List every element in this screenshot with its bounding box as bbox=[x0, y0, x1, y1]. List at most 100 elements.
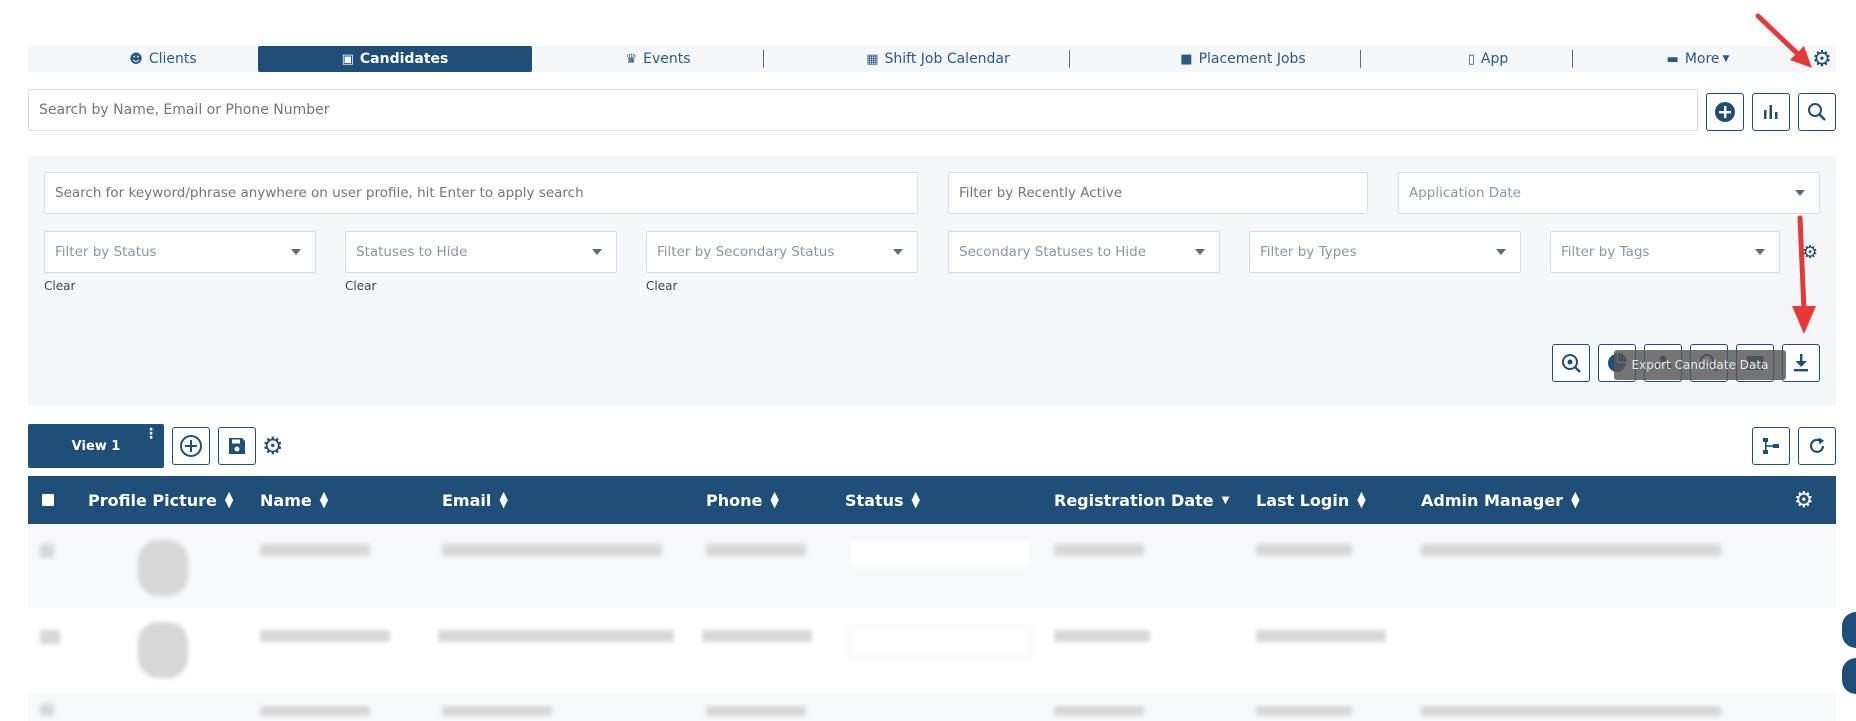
column-label: Phone bbox=[706, 490, 763, 510]
row-checkbox[interactable] bbox=[40, 630, 60, 644]
column-header-last-login[interactable]: Last Login ▲ ▼ bbox=[1256, 476, 1366, 524]
sort-icon: ▲ ▼ bbox=[911, 489, 920, 510]
column-header-admin-manager[interactable]: Admin Manager ▲ ▼ bbox=[1421, 476, 1580, 524]
clear-statuses-hide-link[interactable]: Clear bbox=[345, 279, 376, 293]
cell-name bbox=[260, 630, 390, 642]
sort-desc-icon: ▼ bbox=[1221, 494, 1230, 506]
statuses-hide-select[interactable]: Statuses to Hide bbox=[345, 231, 617, 273]
row-checkbox[interactable] bbox=[40, 544, 54, 558]
nav-tab-clients[interactable]: ☻ Clients bbox=[88, 46, 238, 72]
caret-down-icon bbox=[1496, 249, 1506, 255]
kebab-menu-icon[interactable]: ⋮ bbox=[144, 426, 158, 442]
sort-icon: ▲ ▼ bbox=[319, 489, 329, 510]
nav-tab-events[interactable]: ♛ Events bbox=[588, 46, 728, 72]
nav-tab-label: Candidates bbox=[359, 51, 449, 67]
nav-tab-placement-jobs[interactable]: ■ Placement Jobs bbox=[1138, 46, 1348, 72]
view-settings-gear-icon[interactable]: ⚙ bbox=[262, 432, 284, 460]
view-tab-1[interactable]: View 1 ⋮ bbox=[28, 424, 164, 468]
row-checkbox[interactable] bbox=[40, 704, 54, 716]
column-header-phone[interactable]: Phone ▲ ▼ bbox=[706, 476, 779, 524]
avatar bbox=[138, 622, 188, 678]
column-header-email[interactable]: Email ▲ ▼ bbox=[442, 476, 508, 524]
column-header-name[interactable]: Name ▲ ▼ bbox=[260, 476, 328, 524]
nav-tab-label: Shift Job Calendar bbox=[884, 51, 1010, 67]
status-select[interactable] bbox=[848, 538, 1032, 570]
cell-email bbox=[442, 706, 552, 716]
nav-divider bbox=[1069, 50, 1070, 68]
types-filter-select[interactable]: Filter by Types bbox=[1249, 231, 1521, 273]
annotation-arrow-icon bbox=[1755, 13, 1812, 68]
cell-registration-date bbox=[1054, 630, 1150, 642]
nav-tab-shift-job-calendar[interactable]: ▦ Shift Job Calendar bbox=[828, 46, 1048, 72]
keyword-search-input[interactable] bbox=[44, 172, 918, 214]
stats-button[interactable] bbox=[1752, 93, 1790, 131]
sort-icon: ▲ ▼ bbox=[770, 489, 779, 510]
caret-down-icon bbox=[1195, 249, 1205, 255]
side-help-widget[interactable] bbox=[1842, 658, 1856, 694]
add-candidate-button[interactable] bbox=[1706, 93, 1744, 131]
table-row[interactable] bbox=[28, 610, 1836, 694]
export-download-button[interactable] bbox=[1782, 344, 1820, 382]
recently-active-filter[interactable] bbox=[948, 172, 1368, 214]
table-settings-gear-icon[interactable]: ⚙ bbox=[1794, 476, 1814, 524]
select-placeholder: Statuses to Hide bbox=[356, 244, 468, 260]
id-card-icon: ▣ bbox=[341, 51, 354, 67]
search-input[interactable] bbox=[28, 89, 1698, 131]
briefcase-icon: ■ bbox=[1180, 51, 1193, 67]
nav-tab-more[interactable]: ▬ More ▼ bbox=[1638, 46, 1758, 72]
caret-down-icon bbox=[1795, 190, 1805, 196]
status-filter-select[interactable]: Filter by Status bbox=[44, 231, 316, 273]
calendar-icon: ▦ bbox=[866, 51, 879, 67]
status-select[interactable] bbox=[848, 626, 1032, 658]
cell-phone bbox=[702, 630, 812, 642]
select-placeholder: Application Date bbox=[1409, 185, 1521, 201]
search-button[interactable] bbox=[1798, 93, 1836, 131]
save-view-button[interactable] bbox=[218, 427, 256, 465]
select-placeholder: Filter by Secondary Status bbox=[657, 244, 835, 260]
table-row[interactable] bbox=[28, 524, 1836, 608]
column-header-registration-date[interactable]: Registration Date ▼ bbox=[1054, 476, 1229, 524]
column-label: Email bbox=[442, 490, 492, 510]
message-icon: ▬ bbox=[1666, 51, 1679, 67]
plus-circle-icon bbox=[1715, 102, 1735, 122]
refresh-button[interactable] bbox=[1798, 427, 1836, 465]
column-label: Last Login bbox=[1256, 490, 1350, 510]
cell-email bbox=[438, 630, 674, 642]
bar-chart-icon bbox=[1764, 105, 1778, 119]
cell-email bbox=[442, 544, 662, 556]
secondary-statuses-hide-select[interactable]: Secondary Statuses to Hide bbox=[948, 231, 1220, 273]
column-tree-button[interactable] bbox=[1752, 427, 1790, 465]
caret-down-icon bbox=[592, 249, 602, 255]
sitemap-icon bbox=[1763, 438, 1779, 454]
cell-name bbox=[260, 544, 370, 556]
column-header-status[interactable]: Status ▲ ▼ bbox=[845, 476, 920, 524]
caret-down-icon bbox=[1755, 249, 1765, 255]
application-date-select[interactable]: Application Date bbox=[1398, 172, 1820, 214]
cell-last-login bbox=[1256, 706, 1352, 716]
column-header-profile-picture[interactable]: Profile Picture ▲ ▼ bbox=[88, 476, 233, 524]
plus-circle-outline-icon bbox=[180, 435, 202, 457]
select-placeholder: Secondary Statuses to Hide bbox=[959, 244, 1147, 260]
clear-secondary-status-link[interactable]: Clear bbox=[646, 279, 677, 293]
tags-filter-select[interactable]: Filter by Tags bbox=[1550, 231, 1780, 273]
top-nav: ☻ Clients ▣ Candidates ♛ Events ▦ Shift … bbox=[28, 46, 1836, 72]
nav-tab-candidates[interactable]: ▣ Candidates bbox=[258, 46, 532, 72]
nav-tab-app[interactable]: ▯ App bbox=[1428, 46, 1548, 72]
clear-status-link[interactable]: Clear bbox=[44, 279, 75, 293]
search-user-button[interactable] bbox=[1552, 344, 1590, 382]
search-icon bbox=[1808, 103, 1826, 121]
sort-icon: ▲ ▼ bbox=[499, 489, 508, 510]
cell-admin-manager bbox=[1421, 706, 1721, 716]
column-label: Status bbox=[845, 490, 904, 510]
select-all-checkbox[interactable] bbox=[42, 476, 54, 524]
secondary-status-select[interactable]: Filter by Secondary Status bbox=[646, 231, 918, 273]
add-view-button[interactable] bbox=[172, 427, 210, 465]
avatar bbox=[138, 540, 188, 596]
cell-last-login bbox=[1256, 630, 1386, 642]
cell-name bbox=[260, 706, 370, 716]
download-icon bbox=[1794, 354, 1808, 372]
table-row[interactable] bbox=[28, 694, 1836, 721]
sort-icon: ▲ ▼ bbox=[1571, 489, 1580, 510]
table-header: Profile Picture ▲ ▼ Name ▲ ▼ Email ▲ ▼ Phone ▲ ▼… bbox=[28, 476, 1836, 524]
side-chat-widget[interactable] bbox=[1842, 612, 1856, 648]
